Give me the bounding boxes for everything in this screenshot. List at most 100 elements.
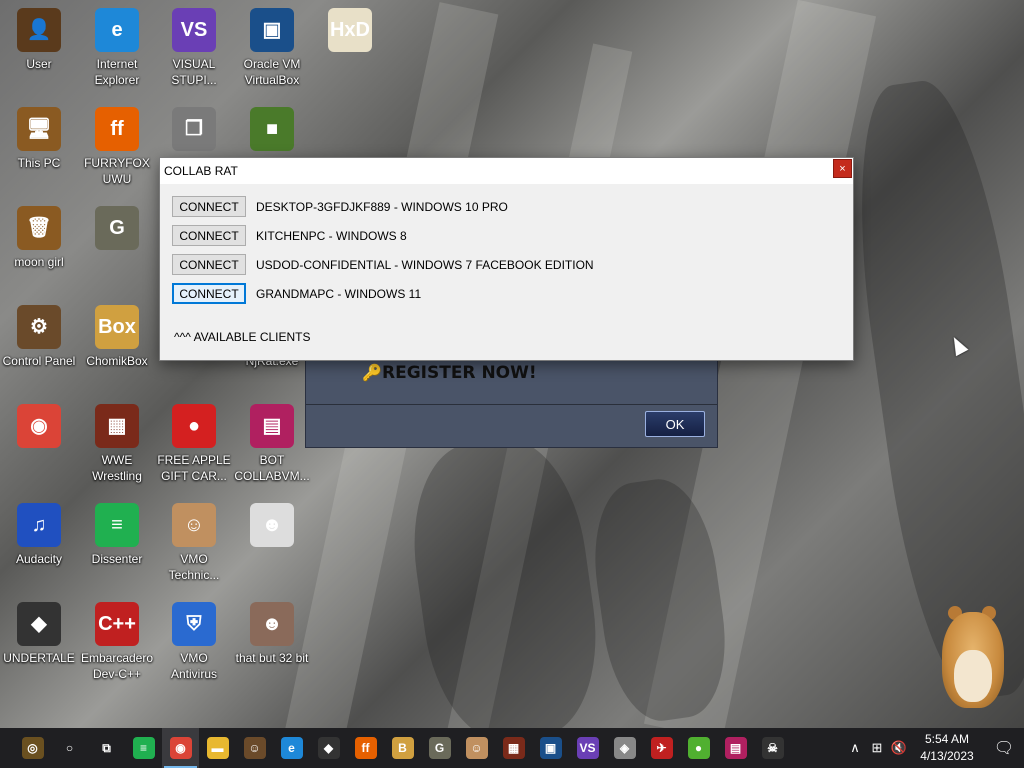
start-orb-icon: ◎ [21,737,44,759]
desktop-icon[interactable]: ff FURRYFOX UWU [77,103,157,195]
desktop-icon[interactable]: VS VISUAL STUPI... [154,4,234,96]
clock-time: 5:54 AM [924,732,970,746]
copy-icon: ❐ [172,107,216,151]
desktop-icon[interactable]: ☻ that but 32 bit [232,598,312,690]
desktop-icon[interactable]: Box ChomikBox [77,301,157,393]
desktop-icon[interactable]: 🖥 This PC [0,103,79,195]
desktop-icon-label: FURRYFOX UWU [84,156,150,186]
audacity-icon: ♫ [17,503,61,547]
taskbar-item[interactable]: ff [347,728,384,768]
desktop-icon[interactable]: HxD [310,4,390,96]
desktop-icon-label: VMO Antivirus [170,651,217,681]
desktop-icon-label: WWE Wrestling [92,453,142,483]
desktop-icon-label: Embarcadero Dev-C++ [80,651,154,681]
wwe-icon: ▦ [502,737,525,759]
notification-icon[interactable]: 🗨 [984,738,1024,758]
desktop-icon[interactable]: C++ Embarcadero Dev-C++ [77,598,157,690]
client-name: KITCHENPC - WINDOWS 8 [256,228,407,243]
taskbar-item[interactable]: ≡ [125,728,162,768]
technician-icon: ☺ [172,503,216,547]
taskbar-item[interactable]: ▬ [199,728,236,768]
taskbar-item[interactable]: ◈ [606,728,643,768]
client-row: CONNECT DESKTOP-3GFDJKF889 - WINDOWS 10 … [172,196,508,217]
desktop-icon[interactable]: ◉ [0,400,79,492]
skull-icon: ☠ [761,737,784,759]
title-bar[interactable]: COLLAB RAT × [160,158,853,184]
taskbar-item[interactable]: ▣ [532,728,569,768]
connect-button[interactable]: CONNECT [172,196,246,217]
connect-button[interactable]: CONNECT [172,283,246,304]
devcpp-icon: C++ [95,602,139,646]
desktop-icon[interactable]: ● FREE APPLE GIFT CAR... [154,400,234,492]
bird-icon: ✈ [650,737,673,759]
client-row: CONNECT GRANDMAPC - WINDOWS 11 [172,283,421,304]
desktop-icon-label: This PC [17,156,61,170]
taskbar-item[interactable]: ○ [51,728,88,768]
connect-button[interactable]: CONNECT [172,225,246,246]
taskbar-item[interactable]: ◉ [162,728,199,768]
desktop-icon[interactable]: ☻ [232,499,312,591]
gimp-icon: G [95,206,139,250]
taskbar-apps: ◎ ○ ⧉ ≡ ◉ ▬ ☺ e ◆ ff B G ☺ ▦ ▣ VS ◈ ✈ ● ▤ ☠ [0,728,791,768]
recycle-bin-icon: 🗑 [17,206,61,250]
desktop-icon[interactable]: ⚙ Control Panel [0,301,79,393]
taskbar-item[interactable]: ▤ [717,728,754,768]
taskbar-item[interactable]: ✈ [643,728,680,768]
dissenter-icon: ≡ [132,737,155,759]
firefox-icon: ff [354,737,377,759]
clock[interactable]: 5:54 AM 4/13/2023 [910,731,984,765]
chomikbox-icon: B [391,737,414,759]
network-icon[interactable]: ⊞ [866,740,888,756]
dissenter-icon: ≡ [95,503,139,547]
desktop-icon-label: ChomikBox [86,354,148,368]
client-row: CONNECT KITCHENPC - WINDOWS 8 [172,225,407,246]
chevron-up-icon[interactable]: ∧ [844,740,866,756]
desktop-icon-label: Dissenter [91,552,143,566]
register-text[interactable]: REGISTER NOW! [382,363,537,383]
taskbar-item[interactable]: B [384,728,421,768]
close-button[interactable]: × [833,159,852,178]
desktop-icon[interactable]: ⛨ VMO Antivirus [154,598,234,690]
technician-icon: ☺ [465,737,488,759]
desktop-icon[interactable]: 👤 User [0,4,79,96]
taskbar-item[interactable]: VS [569,728,606,768]
taskbar-item[interactable]: ☠ [754,728,791,768]
taskbar-item[interactable]: ▦ [495,728,532,768]
taskbar-item[interactable]: G [421,728,458,768]
volume-muted-icon[interactable]: 🔇 [888,740,910,756]
desktop-icon[interactable]: ◆ UNDERTALE [0,598,79,690]
desktop-icon[interactable]: 🗑 moon girl [0,202,79,294]
connect-button[interactable]: CONNECT [172,254,246,275]
desktop-icon[interactable]: ☺ VMO Technic... [154,499,234,591]
system-tray: ∧ ⊞ 🔇 5:54 AM 4/13/2023 🗨 [844,728,1024,768]
taskbar-item[interactable]: ⧉ [88,728,125,768]
desktop-icon[interactable]: ▤ BOT COLLABVM... [232,400,312,492]
desktop-icon[interactable]: ♫ Audacity [0,499,79,591]
taskbar-item[interactable]: e [273,728,310,768]
taskbar-item[interactable]: ◆ [310,728,347,768]
user-folder-icon: 👤 [17,8,61,52]
ok-button[interactable]: OK [645,411,705,437]
taskbar-item[interactable]: ☺ [236,728,273,768]
desktop-icon[interactable]: ≡ Dissenter [77,499,157,591]
virtualbox-icon: ▣ [539,737,562,759]
melon-icon: ● [687,737,710,759]
unity-icon: ◆ [317,737,340,759]
desktop-icon-label: VMO Technic... [168,552,220,582]
wwe-icon: ▦ [95,404,139,448]
desktop-icon[interactable]: e Internet Explorer [77,4,157,96]
desktop-icon[interactable]: ▦ WWE Wrestling [77,400,157,492]
desktop-icon[interactable]: G [77,202,157,294]
taskbar-item[interactable]: ☺ [458,728,495,768]
control-panel-icon: ⚙ [17,305,61,349]
taskbar: ◎ ○ ⧉ ≡ ◉ ▬ ☺ e ◆ ff B G ☺ ▦ ▣ VS ◈ ✈ ● ▤ ☠ ∧ ⊞ 🔇 5:54 AM 4/… [0,728,1024,768]
chrome-icon: ◉ [169,737,192,759]
virtualbox-icon: ▣ [250,8,294,52]
client-row: CONNECT USDOD-CONFIDENTIAL - WINDOWS 7 F… [172,254,594,275]
taskbar-item[interactable]: ◎ [14,728,51,768]
desktop-icon-label: FREE APPLE GIFT CAR... [157,453,231,483]
collab-rat-window: COLLAB RAT × CONNECT DESKTOP-3GFDJKF889 … [159,157,854,361]
taskbar-item[interactable]: ● [680,728,717,768]
visual-studio-icon: VS [172,8,216,52]
desktop-icon[interactable]: ▣ Oracle VM VirtualBox [232,4,312,96]
